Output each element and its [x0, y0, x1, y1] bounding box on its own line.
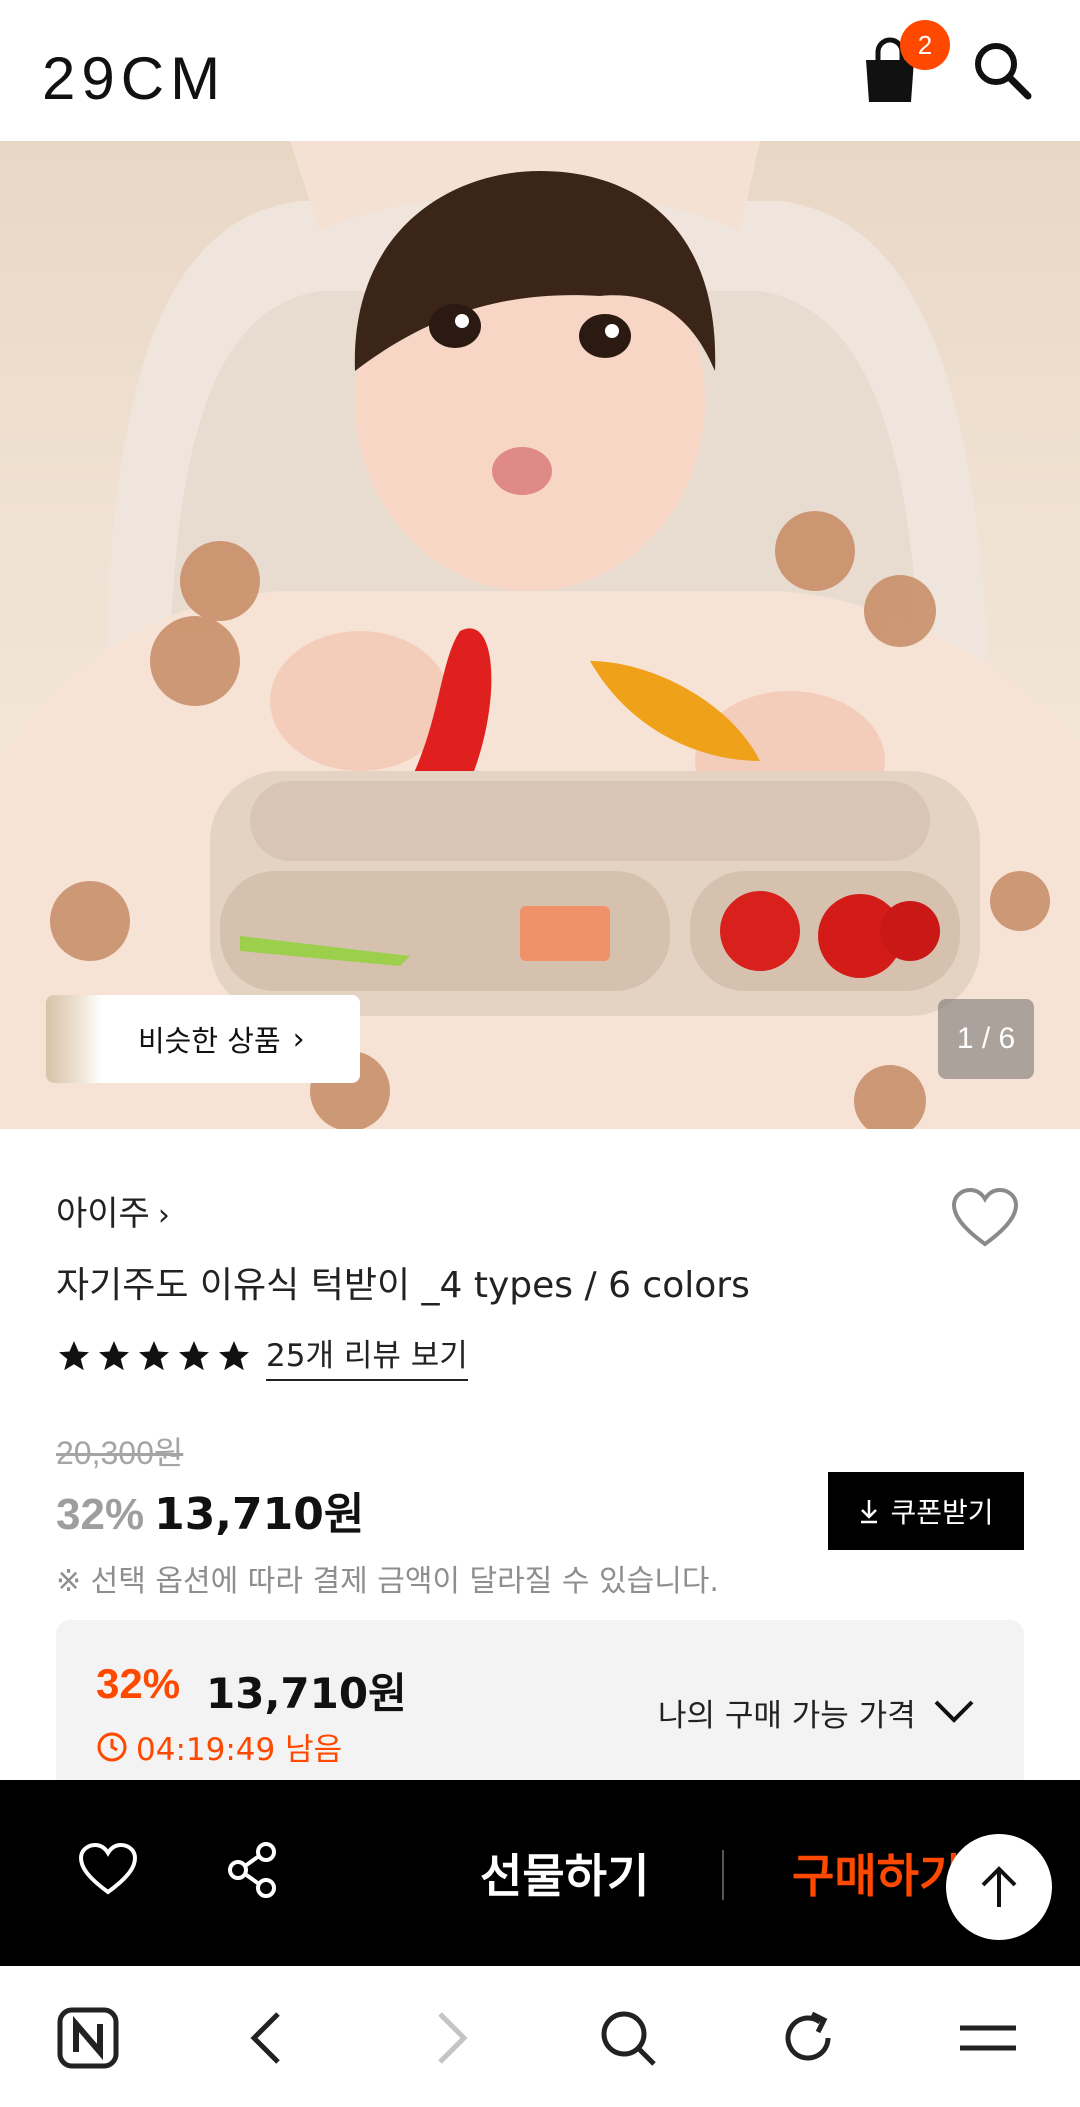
browser-toolbar: [0, 1966, 1080, 2107]
similar-products-button[interactable]: 비슷한 상품 ›: [46, 995, 360, 1083]
heart-icon[interactable]: [78, 1842, 138, 1898]
my-price-discount: 32%: [96, 1660, 181, 1707]
cart-count-badge: 2: [900, 20, 950, 70]
product-photo: [0, 141, 1080, 1129]
chevron-down-icon[interactable]: [932, 1688, 976, 1732]
discount-rate: 32%: [56, 1490, 145, 1539]
search-icon[interactable]: [596, 2006, 660, 2070]
buy-button[interactable]: 구매하기: [792, 1840, 961, 1906]
sale-price: 13,710원: [154, 1489, 365, 1540]
my-price-value: 13,710원: [206, 1669, 407, 1718]
product-image-carousel[interactable]: 비슷한 상품 › 1 / 6: [0, 141, 1080, 1129]
coupon-label: 쿠폰받기: [890, 1496, 994, 1529]
back-icon[interactable]: [236, 2006, 300, 2070]
scroll-to-top-button[interactable]: [946, 1834, 1052, 1940]
original-price: 20,300원: [56, 1435, 184, 1471]
similar-product-thumbnail: [46, 995, 102, 1083]
top-header: 29CM 2: [0, 0, 1080, 141]
image-counter: 1 / 6: [938, 999, 1034, 1079]
price-row: 32% 13,710원: [56, 1478, 364, 1542]
chevron-right-icon: ›: [157, 1198, 170, 1233]
reviews-link[interactable]: 25개 리뷰 보기: [266, 1330, 468, 1381]
brand-link[interactable]: 아이주 ›: [56, 1186, 170, 1235]
star-icon: [179, 1340, 209, 1370]
timer-text: 04:19:49 남음: [136, 1732, 343, 1768]
divider: [722, 1850, 724, 1900]
arrow-up-icon: [981, 1866, 1017, 1907]
heart-icon[interactable]: [950, 1186, 1020, 1250]
menu-icon[interactable]: [956, 2006, 1020, 2070]
purchase-action-bar: 선물하기 구매하기: [0, 1780, 1080, 1966]
product-title: 자기주도 이유식 턱받이 _4 types / 6 colors: [56, 1265, 750, 1306]
rating-row: 25개 리뷰 보기: [56, 1330, 468, 1381]
price-notice: ※ 선택 옵션에 따라 결제 금액이 달라질 수 있습니다.: [56, 1564, 719, 1599]
star-rating: [56, 1338, 252, 1374]
search-icon[interactable]: [970, 38, 1034, 102]
chevron-right-icon: ›: [292, 1021, 305, 1057]
star-icon: [59, 1340, 89, 1370]
star-icon: [139, 1340, 169, 1370]
brand-name: 아이주: [56, 1194, 150, 1234]
star-icon: [99, 1340, 129, 1370]
clock-icon: [97, 1732, 127, 1761]
similar-products-label: 비슷한 상품: [138, 1024, 281, 1058]
share-icon[interactable]: [224, 1840, 280, 1900]
download-coupon-button[interactable]: 쿠폰받기: [828, 1472, 1024, 1550]
logo[interactable]: 29CM: [42, 44, 226, 113]
my-price-panel[interactable]: 32% 13,710원 04:19:49 남음 나의 구매 가능 가격: [56, 1620, 1024, 1780]
my-price-label: 나의 구매 가능 가격: [658, 1698, 916, 1734]
gift-button[interactable]: 선물하기: [480, 1840, 649, 1906]
download-icon: [861, 1500, 878, 1524]
forward-icon[interactable]: [418, 2006, 482, 2070]
refresh-icon[interactable]: [776, 2006, 840, 2070]
countdown-timer: 04:19:49 남음: [96, 1724, 342, 1769]
star-icon: [219, 1340, 249, 1370]
naver-icon[interactable]: [56, 2006, 120, 2070]
